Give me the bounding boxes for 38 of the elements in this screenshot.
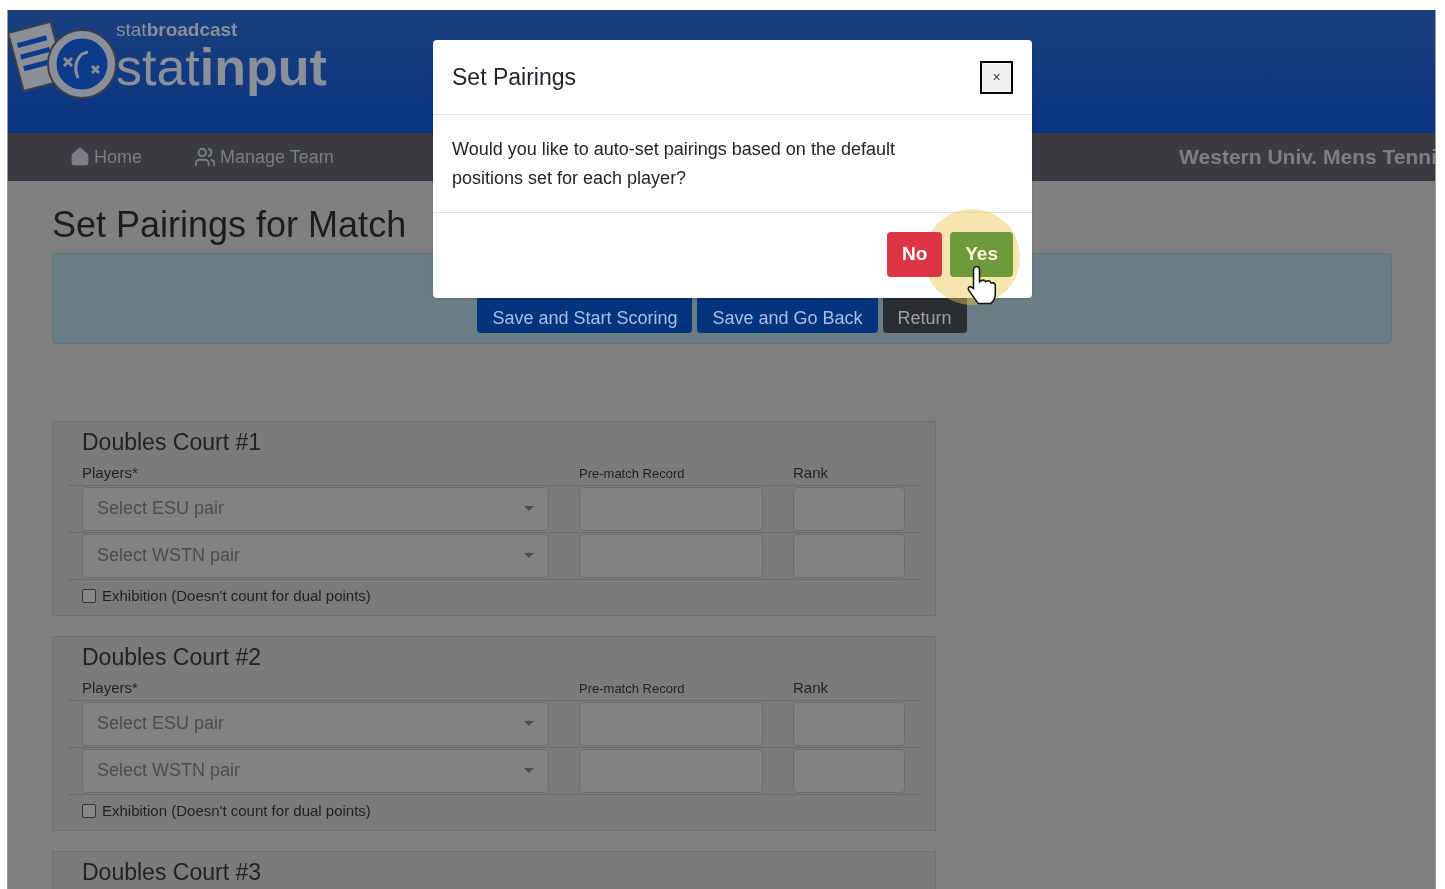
record-field[interactable] bbox=[579, 486, 763, 531]
people-icon bbox=[194, 146, 216, 168]
nav-link[interactable]: Home bbox=[70, 143, 142, 171]
record-label: Pre-match Record bbox=[579, 465, 686, 483]
caret-icon bbox=[524, 721, 534, 726]
caret-icon bbox=[524, 506, 534, 511]
logo-small-text: statbroadcast bbox=[116, 20, 239, 40]
team-name: Western Univ. Mens Tenni bbox=[1179, 144, 1435, 171]
court-title: Doubles Court #3 bbox=[82, 858, 262, 887]
modal-button[interactable]: No bbox=[886, 232, 943, 277]
record-label: Pre-match Record bbox=[579, 680, 686, 698]
caret-icon bbox=[524, 768, 534, 773]
court-title: Doubles Court #2 bbox=[82, 643, 262, 672]
players-label: Players* bbox=[82, 463, 139, 483]
nav-link[interactable]: Manage Team bbox=[194, 143, 334, 171]
rank-field[interactable] bbox=[793, 748, 905, 793]
players-label: Players* bbox=[82, 678, 139, 698]
page-title: Set Pairings for Match bbox=[52, 203, 408, 247]
exhibition-checkbox[interactable] bbox=[82, 803, 96, 818]
record-field[interactable] bbox=[579, 701, 763, 746]
home-icon bbox=[70, 147, 90, 167]
logo-text: statinput bbox=[116, 40, 327, 94]
close-button[interactable]: × bbox=[980, 60, 1013, 94]
modal-title: Set Pairings bbox=[452, 62, 576, 92]
modal-button[interactable]: Yes bbox=[950, 232, 1013, 277]
rank-label: Rank bbox=[793, 678, 829, 698]
caret-icon bbox=[524, 553, 534, 558]
record-field[interactable] bbox=[579, 748, 763, 793]
rank-field[interactable] bbox=[793, 533, 905, 578]
exhibition-label: Exhibition (Doesn't count for dual points) bbox=[102, 585, 371, 606]
record-field[interactable] bbox=[579, 533, 763, 578]
rank-field[interactable] bbox=[793, 486, 905, 531]
exhibition-label: Exhibition (Doesn't count for dual points) bbox=[102, 800, 371, 821]
rank-field[interactable] bbox=[793, 701, 905, 746]
rank-label: Rank bbox=[793, 463, 829, 483]
court-title: Doubles Court #1 bbox=[82, 428, 262, 457]
exhibition-checkbox[interactable] bbox=[82, 588, 96, 603]
modal-message: Would you like to auto-set pairings based on the default positions set for each player? bbox=[452, 138, 896, 190]
